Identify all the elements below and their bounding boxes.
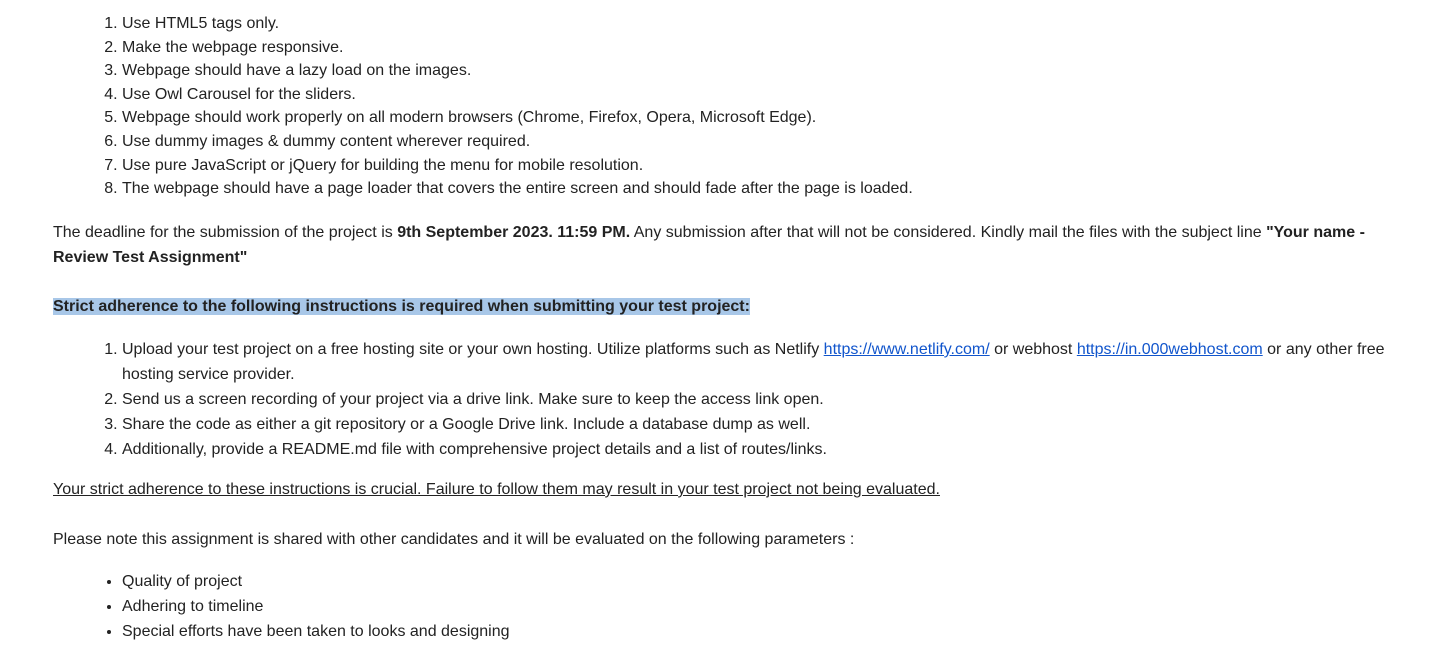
- evaluation-note: Please note this assignment is shared wi…: [53, 531, 855, 548]
- list-item: Webpage should have a lazy load on the i…: [122, 59, 913, 83]
- list-item: Use HTML5 tags only.: [122, 12, 913, 36]
- netlify-link[interactable]: https://www.netlify.com/: [824, 341, 990, 358]
- deadline-middle: Any submission after that will not be co…: [630, 224, 1267, 241]
- strict-heading: Strict adherence to the following instru…: [53, 296, 750, 318]
- deadline-date: 9th September 2023. 11:59 PM.: [397, 224, 631, 241]
- requirements-list: Use HTML5 tags only. Make the webpage re…: [53, 12, 913, 201]
- strict-heading-text: Strict adherence to the following instru…: [53, 298, 750, 315]
- instruction-1-prefix: Upload your test project on a free hosti…: [122, 341, 824, 358]
- parameters-list: Quality of project Adhering to timeline …: [53, 569, 510, 644]
- list-item: Quality of project: [122, 569, 510, 594]
- list-item: Adhering to timeline: [122, 594, 510, 619]
- instructions-list: Upload your test project on a free hosti…: [53, 337, 1423, 462]
- list-item: Share the code as either a git repositor…: [122, 412, 1423, 437]
- list-item: Additionally, provide a README.md file w…: [122, 437, 1423, 462]
- crucial-note: Your strict adherence to these instructi…: [53, 481, 940, 498]
- list-item: Upload your test project on a free hosti…: [122, 337, 1423, 387]
- list-item: Special efforts have been taken to looks…: [122, 619, 510, 644]
- list-item: Make the webpage responsive.: [122, 36, 913, 60]
- list-item: Use pure JavaScript or jQuery for buildi…: [122, 154, 913, 178]
- deadline-paragraph: The deadline for the submission of the p…: [53, 220, 1423, 270]
- list-item: Use Owl Carousel for the sliders.: [122, 83, 913, 107]
- list-item: The webpage should have a page loader th…: [122, 177, 913, 201]
- list-item: Webpage should work properly on all mode…: [122, 106, 913, 130]
- list-item: Send us a screen recording of your proje…: [122, 387, 1423, 412]
- instruction-1-middle: or webhost: [989, 341, 1077, 358]
- list-item: Use dummy images & dummy content whereve…: [122, 130, 913, 154]
- webhost-link[interactable]: https://in.000webhost.com: [1077, 341, 1263, 358]
- deadline-prefix: The deadline for the submission of the p…: [53, 224, 398, 241]
